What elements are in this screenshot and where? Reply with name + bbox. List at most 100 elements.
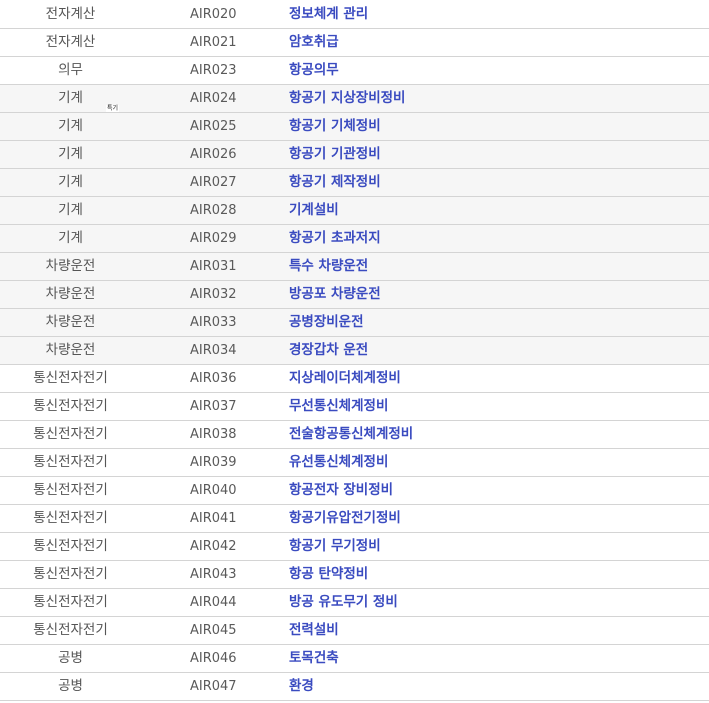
specialty-name-link[interactable]: 항공 탄약정비 xyxy=(289,561,368,588)
code-cell: AIR042 xyxy=(190,539,237,554)
category-cell: 전자계산 xyxy=(45,6,96,22)
code-cell: AIR027 xyxy=(190,175,237,190)
code-cell: AIR040 xyxy=(190,483,237,498)
code-cell: AIR025 xyxy=(190,119,237,134)
specialty-name-link[interactable]: 항공기 무기정비 xyxy=(289,533,381,560)
category-cell: 공병 xyxy=(58,650,83,666)
category-cell: 공병 xyxy=(58,678,83,694)
code-cell: AIR047 xyxy=(190,679,237,694)
code-cell: AIR031 xyxy=(190,259,237,274)
category-cell: 기계 xyxy=(58,202,83,218)
specialty-name-link[interactable]: 지상레이더체계정비 xyxy=(289,365,401,392)
category-cell: 통신전자전기 xyxy=(33,454,108,470)
code-cell: AIR044 xyxy=(190,595,237,610)
table-row: 차량운전 AIR033 공병장비운전 xyxy=(0,309,709,337)
table-row: 전자계산 AIR020 정보체계 관리 xyxy=(0,1,709,29)
code-cell: AIR038 xyxy=(190,427,237,442)
category-cell: 기계 xyxy=(58,174,83,190)
table-row: 차량운전 AIR032 방공포 차량운전 xyxy=(0,281,709,309)
specialty-name-link[interactable]: 전술항공통신체계정비 xyxy=(289,421,413,448)
code-cell: AIR037 xyxy=(190,399,237,414)
specialty-name-link[interactable]: 경장갑차 운전 xyxy=(289,337,368,364)
specialty-name-link[interactable]: 특수 차량운전 xyxy=(289,253,368,280)
table-row: 통신전자전기 AIR041 항공기유압전기정비 xyxy=(0,505,709,533)
table-row: 기계 AIR026 항공기 기관정비 xyxy=(0,141,709,169)
category-cell: 통신전자전기 xyxy=(33,510,108,526)
category-cell: 기계 xyxy=(58,230,83,246)
table-row: 통신전자전기 AIR044 방공 유도무기 정비 xyxy=(0,589,709,617)
specialty-name-link[interactable]: 항공기 초과저지 xyxy=(289,225,381,252)
table-row: 통신전자전기 AIR039 유선통신체계정비 xyxy=(0,449,709,477)
table-row: 공병 AIR046 토목건축 xyxy=(0,645,709,673)
table-row: 통신전자전기 AIR040 항공전자 장비정비 xyxy=(0,477,709,505)
category-cell: 통신전자전기 xyxy=(33,566,108,582)
table-row: 차량운전 AIR031 특수 차량운전 xyxy=(0,253,709,281)
specialty-name-link[interactable]: 암호취급 xyxy=(289,29,339,56)
specialty-name-link[interactable]: 전력설비 xyxy=(289,617,339,644)
specialty-name-link[interactable]: 기계설비 xyxy=(289,197,339,224)
table-row: 공병 AIR047 환경 xyxy=(0,673,709,701)
category-cell: 통신전자전기 xyxy=(33,622,108,638)
table-row: 의무 AIR023 항공의무 xyxy=(0,57,709,85)
category-cell: 통신전자전기 xyxy=(33,426,108,442)
category-cell: 차량운전 xyxy=(45,258,96,274)
table-row: 기계 AIR027 항공기 제작정비 xyxy=(0,169,709,197)
code-cell: AIR043 xyxy=(190,567,237,582)
category-cell: 의무 xyxy=(58,62,83,78)
code-cell: AIR034 xyxy=(190,343,237,358)
category-cell: 기계 xyxy=(58,146,83,162)
code-cell: AIR028 xyxy=(190,203,237,218)
table-row: 통신전자전기 AIR036 지상레이더체계정비 xyxy=(0,365,709,393)
category-cell: 기계 xyxy=(58,118,83,134)
code-cell: AIR046 xyxy=(190,651,237,666)
category-cell: 기계 xyxy=(58,90,83,106)
code-cell: AIR020 xyxy=(190,7,237,22)
specialty-name-link[interactable]: 공병장비운전 xyxy=(289,309,364,336)
table-row: 통신전자전기 AIR042 항공기 무기정비 xyxy=(0,533,709,561)
code-cell: AIR036 xyxy=(190,371,237,386)
code-cell: AIR023 xyxy=(190,63,237,78)
table-row: 차량운전 AIR034 경장갑차 운전 xyxy=(0,337,709,365)
specialty-name-link[interactable]: 항공의무 xyxy=(289,57,339,84)
specialty-name-link[interactable]: 정보체계 관리 xyxy=(289,1,368,28)
specialty-name-link[interactable]: 항공기 제작정비 xyxy=(289,169,381,196)
specialty-name-link[interactable]: 무선통신체계정비 xyxy=(289,393,388,420)
code-cell: AIR032 xyxy=(190,287,237,302)
category-cell: 통신전자전기 xyxy=(33,538,108,554)
code-cell: AIR026 xyxy=(190,147,237,162)
category-cell: 차량운전 xyxy=(45,342,96,358)
table-row: 전자계산 AIR021 암호취급 xyxy=(0,29,709,57)
table-row: 기계 AIR028 기계설비 xyxy=(0,197,709,225)
category-cell: 차량운전 xyxy=(45,286,96,302)
table-row: 통신전자전기 AIR038 전술항공통신체계정비 xyxy=(0,421,709,449)
specialty-name-link[interactable]: 유선통신체계정비 xyxy=(289,449,388,476)
category-cell: 통신전자전기 xyxy=(33,594,108,610)
table-row: 통신전자전기 AIR045 전력설비 xyxy=(0,617,709,645)
specialty-name-link[interactable]: 항공기 기관정비 xyxy=(289,141,381,168)
hover-tooltip: 특기 xyxy=(106,105,120,112)
specialty-name-link[interactable]: 항공기 지상장비정비 xyxy=(289,85,405,112)
category-cell: 통신전자전기 xyxy=(33,398,108,414)
category-cell: 통신전자전기 xyxy=(33,482,108,498)
category-cell: 통신전자전기 xyxy=(33,370,108,386)
specialty-name-link[interactable]: 방공포 차량운전 xyxy=(289,281,381,308)
specialty-name-link[interactable]: 항공기유압전기정비 xyxy=(289,505,401,532)
code-cell: AIR029 xyxy=(190,231,237,246)
category-cell: 차량운전 xyxy=(45,314,96,330)
table-row: 통신전자전기 AIR043 항공 탄약정비 xyxy=(0,561,709,589)
table-row: 기계 AIR025 항공기 기체정비 xyxy=(0,113,709,141)
category-cell: 전자계산 xyxy=(45,34,96,50)
code-cell: AIR039 xyxy=(190,455,237,470)
code-cell: AIR033 xyxy=(190,315,237,330)
table-row: 통신전자전기 AIR037 무선통신체계정비 xyxy=(0,393,709,421)
specialty-name-link[interactable]: 토목건축 xyxy=(289,645,339,672)
specialty-name-link[interactable]: 항공전자 장비정비 xyxy=(289,477,393,504)
specialty-name-link[interactable]: 방공 유도무기 정비 xyxy=(289,589,398,616)
specialty-name-link[interactable]: 환경 xyxy=(289,673,314,700)
code-cell: AIR045 xyxy=(190,623,237,638)
code-cell: AIR024 xyxy=(190,91,237,106)
specialty-name-link[interactable]: 항공기 기체정비 xyxy=(289,113,381,140)
table-row: 기계 AIR029 항공기 초과저지 xyxy=(0,225,709,253)
code-cell: AIR041 xyxy=(190,511,237,526)
code-cell: AIR021 xyxy=(190,35,237,50)
